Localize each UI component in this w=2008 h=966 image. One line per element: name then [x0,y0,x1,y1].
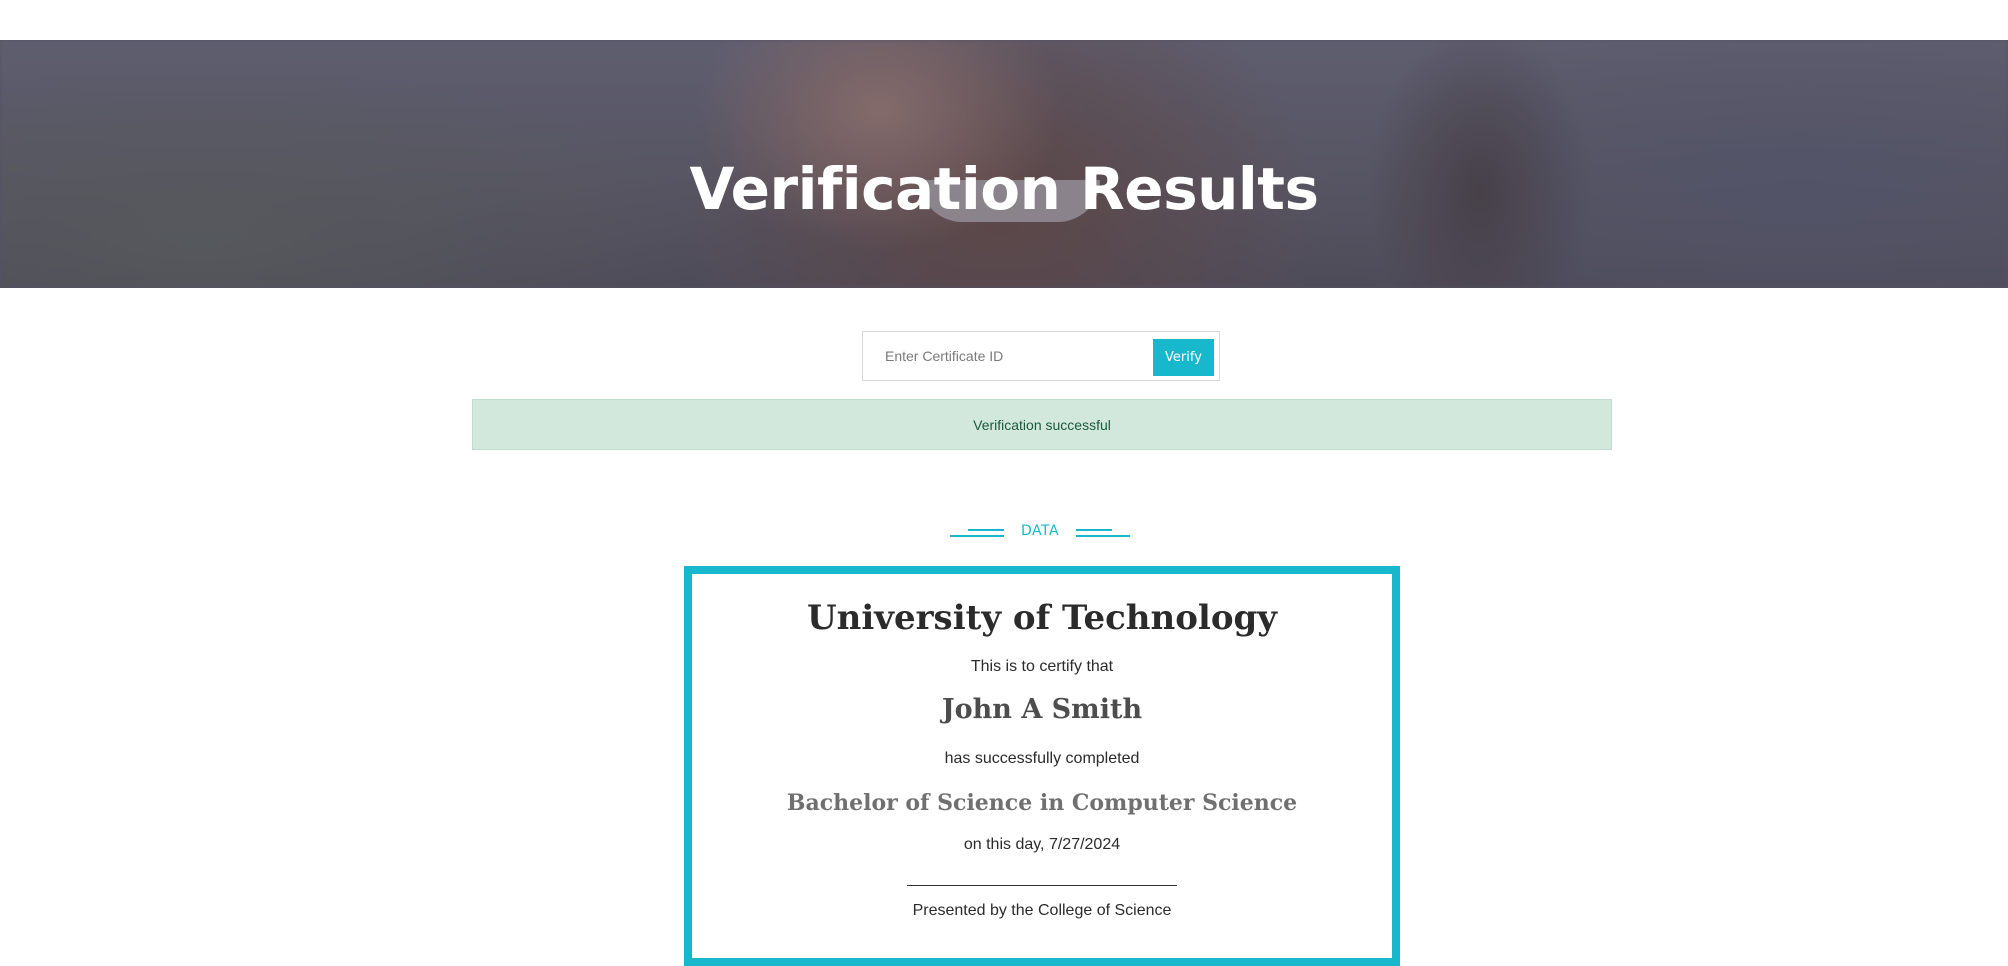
verify-button[interactable]: Verify [1153,339,1214,376]
page-title: Verification Results [689,155,1319,223]
certificate-search-form: Verify [862,331,1220,381]
section-label-text: DATA [1020,523,1060,539]
certificate-card: University of Technology This is to cert… [684,566,1400,966]
success-alert: Verification successful [472,399,1612,450]
certificate-completion: has successfully completed [944,750,1140,767]
certificate-id-input[interactable] [873,338,1153,374]
hero-banner: Verification Results [0,40,2008,288]
top-bar [0,0,2008,40]
certificate-date: on this day, 7/27/2024 [963,836,1121,853]
certificate-program: Bachelor of Science in Computer Science [786,790,1298,816]
certificate-intro: This is to certify that [970,658,1114,675]
certificate-university: University of Technology [806,598,1278,638]
certificate-recipient: John A Smith [941,694,1143,725]
section-heading: DATA [950,520,1130,544]
certificate-presented-by: Presented by the College of Science [912,902,1172,919]
alert-message: Verification successful [973,416,1111,433]
signature-line [907,885,1177,886]
